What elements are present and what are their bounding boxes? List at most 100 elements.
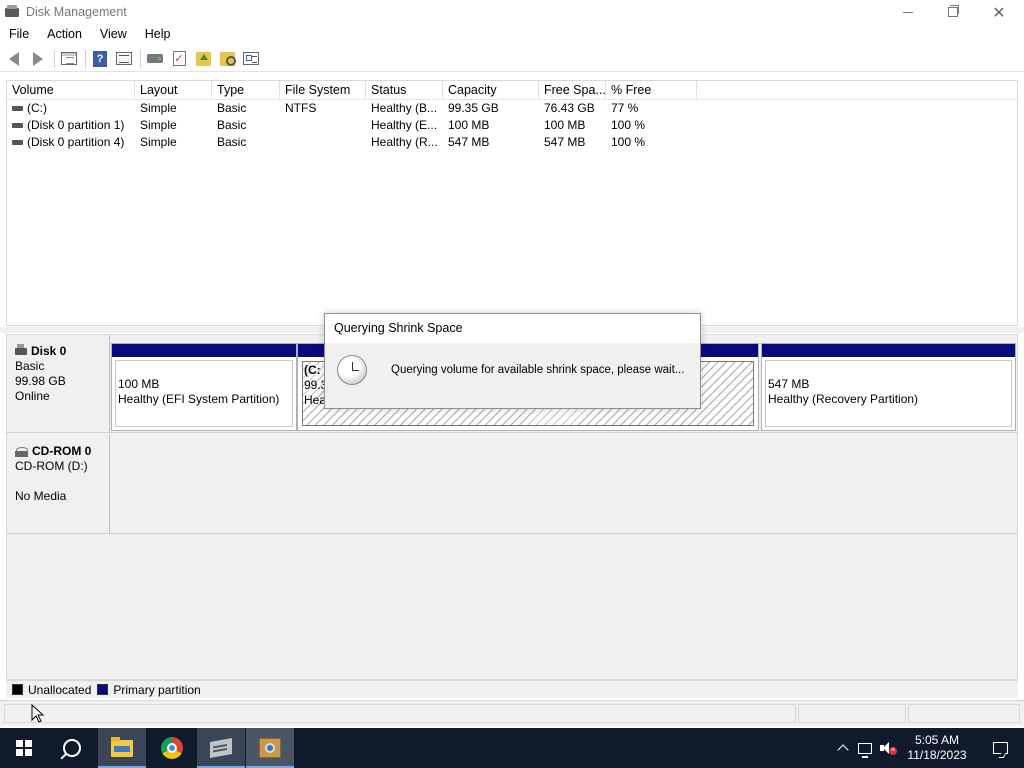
- file-explorer-icon: [111, 736, 133, 757]
- network-icon: [858, 742, 872, 758]
- column-header-status[interactable]: Status: [366, 81, 443, 100]
- status-segment: [4, 704, 796, 723]
- cdrom-0-drive: CD-ROM (D:): [15, 459, 88, 473]
- cell-status: Healthy (R...: [371, 135, 438, 149]
- partition-recovery-size: 547 MB: [768, 377, 810, 391]
- column-header-file-system[interactable]: File System: [280, 81, 366, 100]
- rescan-disks-icon: [147, 54, 163, 63]
- folder-up-button[interactable]: [193, 49, 213, 69]
- legend-primary-partition: Primary partition: [113, 682, 201, 697]
- partition-recovery[interactable]: 547 MB Healthy (Recovery Partition): [761, 343, 1016, 431]
- search-button[interactable]: [48, 728, 96, 768]
- folder-search-button[interactable]: [217, 49, 237, 69]
- table-row[interactable]: (Disk 0 partition 4) Simple Basic Health…: [7, 134, 1017, 151]
- help-button[interactable]: ?: [90, 49, 110, 69]
- querying-shrink-space-dialog: Querying Shrink Space Querying volume fo…: [324, 313, 701, 409]
- column-header-volume[interactable]: Volume: [7, 81, 135, 100]
- chevron-up-icon: [837, 744, 849, 756]
- partition-efi-text: 100 MB Healthy (EFI System Partition): [112, 357, 296, 407]
- disk-0-info[interactable]: Disk 0 Basic 99.98 GB Online: [7, 335, 110, 432]
- status-segment: [798, 704, 906, 723]
- cell-type: Basic: [217, 118, 247, 132]
- column-header-capacity[interactable]: Capacity: [443, 81, 539, 100]
- dialog-body: Querying volume for available shrink spa…: [325, 343, 700, 385]
- column-header-layout[interactable]: Layout: [135, 81, 212, 100]
- minimize-button[interactable]: [885, 0, 931, 24]
- menu-help[interactable]: Help: [136, 27, 180, 41]
- network-button[interactable]: [854, 728, 876, 768]
- legend: Unallocated Primary partition: [6, 680, 1018, 698]
- chrome-button[interactable]: [148, 728, 196, 768]
- cell-layout: Simple: [140, 118, 177, 132]
- server-manager-button[interactable]: [197, 728, 245, 768]
- rescan-disks-button[interactable]: [145, 49, 165, 69]
- column-header-type[interactable]: Type: [212, 81, 280, 100]
- cell-type: Basic: [217, 101, 247, 115]
- back-icon: [9, 51, 19, 66]
- table-row[interactable]: (Disk 0 partition 1) Simple Basic Health…: [7, 117, 1017, 134]
- cdrom-0-name-line: CD-ROM 0: [15, 444, 109, 459]
- close-button[interactable]: ✕: [976, 0, 1022, 24]
- menu-file[interactable]: File: [0, 27, 38, 41]
- menu-view[interactable]: View: [91, 27, 136, 41]
- disk-management-taskbar-button[interactable]: [246, 728, 294, 768]
- check-icon: ✓: [172, 51, 186, 66]
- action-center-button[interactable]: [976, 728, 1024, 768]
- forward-button[interactable]: [28, 49, 48, 69]
- toolbar-separator: [85, 49, 86, 68]
- taskbar-clock[interactable]: 5:05 AM 11/18/2023: [898, 733, 976, 763]
- cell-free-space: 547 MB: [544, 135, 586, 149]
- menu-action[interactable]: Action: [38, 27, 91, 41]
- cell-volume: (Disk 0 partition 1): [7, 117, 135, 134]
- volume-name: (Disk 0 partition 4): [27, 135, 125, 149]
- taskbar: × 5:05 AM 11/18/2023: [0, 728, 1024, 768]
- file-explorer-button[interactable]: [98, 728, 146, 768]
- cell-layout: Simple: [140, 135, 177, 149]
- disk-0-name-line: Disk 0: [15, 344, 109, 359]
- start-button[interactable]: [0, 728, 48, 768]
- column-header-free-space[interactable]: Free Spa...: [539, 81, 606, 100]
- disk-management-icon: [259, 738, 281, 758]
- disk-0-size: 99.98 GB: [15, 374, 66, 388]
- show-hidden-icons-button[interactable]: [832, 728, 854, 768]
- restore-button[interactable]: [930, 0, 976, 24]
- title-bar: Disk Management: [0, 0, 1024, 24]
- cell-capacity: 100 MB: [448, 118, 490, 132]
- cell-type: Basic: [217, 135, 247, 149]
- chrome-icon: [161, 737, 183, 759]
- table-row[interactable]: (C:) Simple Basic NTFS Healthy (B... 99.…: [7, 100, 1017, 117]
- window-title: Disk Management: [26, 5, 127, 19]
- unallocated-swatch: [12, 684, 23, 695]
- volume-name: (C:): [27, 101, 47, 115]
- back-button[interactable]: [4, 49, 24, 69]
- server-manager-icon: [210, 738, 232, 758]
- partition-recovery-status: Healthy (Recovery Partition): [768, 392, 919, 406]
- cell-percent-free: 100 %: [611, 118, 646, 132]
- column-header-percent-free[interactable]: % Free: [606, 81, 697, 100]
- volume-muted-icon: ×: [880, 742, 897, 755]
- cell-status: Healthy (E...: [371, 118, 438, 132]
- cell-capacity: 99.35 GB: [448, 101, 499, 115]
- status-segment: [908, 704, 1020, 723]
- volume-icon: [12, 106, 23, 112]
- properties-icon: [243, 52, 259, 65]
- partition-bar: [112, 344, 296, 357]
- folder-search-icon: [219, 51, 236, 66]
- volume-button[interactable]: ×: [876, 728, 898, 768]
- partition-efi[interactable]: 100 MB Healthy (EFI System Partition): [111, 343, 297, 431]
- disk-management-icon: [4, 5, 20, 19]
- volume-list-header: Volume Layout Type File System Status Ca…: [7, 81, 1017, 100]
- system-tray: × 5:05 AM 11/18/2023: [832, 728, 1024, 768]
- console-tree-icon: [61, 52, 77, 65]
- cdrom-0-info[interactable]: CD-ROM 0 CD-ROM (D:) No Media: [7, 435, 110, 533]
- properties-button[interactable]: [241, 49, 261, 69]
- console-tree-button[interactable]: [59, 49, 79, 69]
- restore-icon: [948, 5, 959, 17]
- volume-list[interactable]: Volume Layout Type File System Status Ca…: [6, 80, 1018, 326]
- show-hide-button[interactable]: [114, 49, 134, 69]
- check-button[interactable]: ✓: [169, 49, 189, 69]
- status-bar: [0, 700, 1024, 726]
- cell-capacity: 547 MB: [448, 135, 490, 149]
- dialog-title: Querying Shrink Space: [325, 314, 700, 343]
